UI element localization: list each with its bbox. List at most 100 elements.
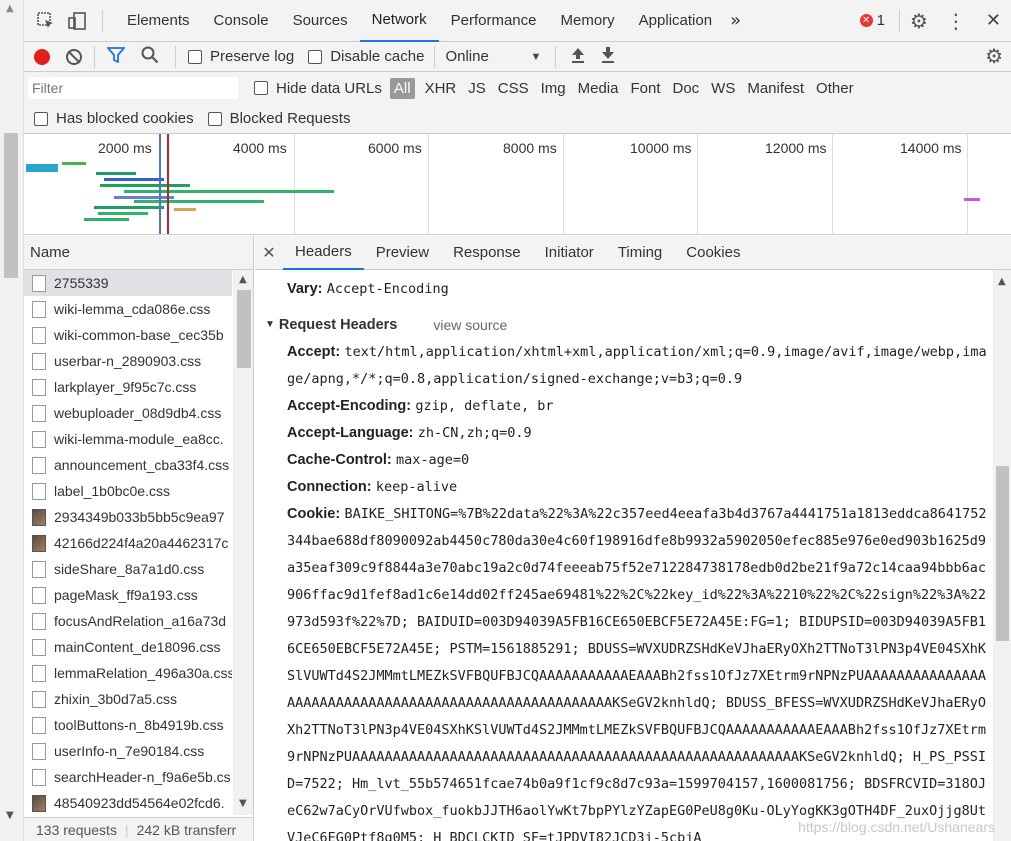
tab-performance[interactable]: Performance [439, 0, 549, 42]
overview-tick: 10000 ms [630, 140, 692, 156]
overview-bar [26, 164, 58, 172]
request-row[interactable]: 42166d224f4a20a4462317c [24, 530, 232, 556]
filter-type-all[interactable]: All [389, 77, 415, 99]
request-row[interactable]: searchHeader-n_f9a6e5b.cs [24, 764, 232, 790]
filter-type-manifest[interactable]: Manifest [741, 80, 810, 97]
filter-type-other[interactable]: Other [810, 80, 860, 97]
request-list-header[interactable]: Name [24, 236, 253, 270]
request-row[interactable]: wiki-lemma-module_ea8cc. [24, 426, 232, 452]
request-row[interactable]: 2755339 [24, 270, 232, 296]
tab-network[interactable]: Network [359, 0, 439, 42]
filter-type-font[interactable]: Font [624, 80, 666, 97]
request-name: sideShare_8a7a1d0.css [54, 561, 205, 577]
tab-cookies[interactable]: Cookies [674, 236, 752, 270]
blocked-requests-checkbox[interactable]: Blocked Requests [207, 110, 350, 127]
request-header-row: Cookie: BAIKE_SHITONG=%7B%22data%22%3A%2… [255, 501, 993, 841]
tab-application[interactable]: Application [627, 0, 724, 42]
scroll-up-icon[interactable]: ▲ [6, 3, 14, 14]
request-row[interactable]: larkplayer_9f95c7c.css [24, 374, 232, 400]
tab-preview[interactable]: Preview [364, 236, 441, 270]
throttling-select[interactable]: Online ▼ [445, 48, 541, 65]
request-row[interactable]: toolButtons-n_8b4919b.css [24, 712, 232, 738]
view-source-link[interactable]: view source [433, 311, 507, 339]
record-button[interactable] [34, 48, 50, 65]
tab-memory[interactable]: Memory [549, 0, 627, 42]
detail-scrollbar[interactable]: ▲ [993, 270, 1011, 841]
request-row[interactable]: focusAndRelation_a16a73d [24, 608, 232, 634]
request-row[interactable]: wiki-lemma_cda086e.css [24, 296, 232, 322]
expand-triangle-icon[interactable]: ▼ [265, 311, 275, 339]
page-scroll-thumb[interactable] [4, 133, 18, 278]
close-devtools-icon[interactable]: ✕ [986, 10, 1001, 31]
image-file-icon [32, 534, 46, 552]
tab-initiator[interactable]: Initiator [533, 236, 606, 270]
has-blocked-cookies-checkbox[interactable]: Has blocked cookies [34, 110, 194, 127]
request-row[interactable]: zhixin_3b0d7a5.css [24, 686, 232, 712]
export-har-icon[interactable] [600, 46, 616, 68]
has-blocked-cookies-box[interactable] [34, 111, 48, 126]
request-row[interactable]: label_1b0bc0e.css [24, 478, 232, 504]
network-settings-gear-icon[interactable]: ⚙ [985, 44, 1003, 69]
request-row[interactable]: 48540923dd54564e02fcd6. [24, 790, 232, 816]
preserve-log-box[interactable] [188, 49, 202, 64]
import-har-icon[interactable] [570, 46, 586, 68]
network-overview-timeline[interactable]: 2000 ms 4000 ms 6000 ms 8000 ms 10000 ms… [24, 134, 1011, 235]
tab-timing[interactable]: Timing [606, 236, 674, 270]
page-scrollbar[interactable]: ▲ ▼ [0, 0, 24, 841]
clear-button[interactable] [66, 48, 82, 65]
hide-data-urls-checkbox[interactable]: Hide data URLs [254, 80, 382, 97]
request-row[interactable]: mainContent_de18096.css [24, 634, 232, 660]
scroll-up-icon[interactable]: ▲ [239, 274, 247, 285]
filter-type-img[interactable]: Img [535, 80, 572, 97]
request-list-scroll-thumb[interactable] [237, 290, 251, 368]
blocked-requests-box[interactable] [207, 111, 222, 126]
request-row[interactable]: userbar-n_2890903.css [24, 348, 232, 374]
filter-input[interactable] [28, 77, 238, 99]
hide-data-urls-box[interactable] [254, 81, 268, 95]
request-row[interactable]: sideShare_8a7a1d0.css [24, 556, 232, 582]
error-counter[interactable]: ✕ 1 [859, 12, 885, 29]
request-row[interactable]: webuploader_08d9db4.css [24, 400, 232, 426]
search-icon[interactable] [141, 46, 159, 68]
request-name: wiki-common-base_cec35b [54, 327, 224, 343]
tab-console[interactable]: Console [202, 0, 281, 42]
filter-type-xhr[interactable]: XHR [419, 80, 463, 97]
request-row[interactable]: pageMask_ff9a193.css [24, 582, 232, 608]
request-row[interactable]: 2934349b033b5bb5c9ea97 [24, 504, 232, 530]
inspect-element-icon[interactable] [36, 11, 56, 31]
preserve-log-checkbox[interactable]: Preserve log [188, 48, 294, 65]
detail-scroll-thumb[interactable] [996, 466, 1009, 641]
filter-type-js[interactable]: JS [462, 80, 492, 97]
scroll-down-icon[interactable]: ▼ [6, 810, 14, 821]
device-toolbar-icon[interactable] [68, 11, 88, 31]
disable-cache-checkbox[interactable]: Disable cache [308, 48, 424, 65]
overview-bar [964, 198, 980, 201]
document-file-icon [32, 664, 46, 682]
more-tabs-icon[interactable]: » [730, 10, 741, 31]
tab-response[interactable]: Response [441, 236, 533, 270]
filter-type-media[interactable]: Media [572, 80, 625, 97]
close-detail-icon[interactable]: ✕ [255, 243, 283, 263]
request-row[interactable]: announcement_cba33f4.css [24, 452, 232, 478]
filter-funnel-icon[interactable] [106, 46, 126, 67]
settings-gear-icon[interactable]: ⚙ [910, 9, 928, 33]
scroll-up-icon[interactable]: ▲ [998, 276, 1006, 287]
tab-sources[interactable]: Sources [281, 0, 360, 42]
overview-bar [114, 196, 174, 199]
overview-gridline [428, 134, 429, 234]
tab-elements[interactable]: Elements [115, 0, 202, 42]
request-list-scrollbar[interactable]: ▲ ▼ [233, 270, 253, 815]
request-headers-section[interactable]: ▼ Request Headers view source [255, 311, 993, 339]
scroll-down-icon[interactable]: ▼ [239, 798, 247, 809]
overview-bar [104, 178, 164, 181]
filter-type-doc[interactable]: Doc [666, 80, 705, 97]
request-row[interactable]: wiki-common-base_cec35b [24, 322, 232, 348]
request-row[interactable]: userInfo-n_7e90184.css [24, 738, 232, 764]
more-options-icon[interactable]: ⋮ [946, 9, 966, 33]
toolbar-divider [434, 45, 436, 68]
disable-cache-box[interactable] [308, 49, 323, 64]
filter-type-ws[interactable]: WS [705, 80, 741, 97]
request-row[interactable]: lemmaRelation_496a30a.css [24, 660, 232, 686]
filter-type-css[interactable]: CSS [492, 80, 535, 97]
tab-headers[interactable]: Headers [283, 236, 364, 270]
